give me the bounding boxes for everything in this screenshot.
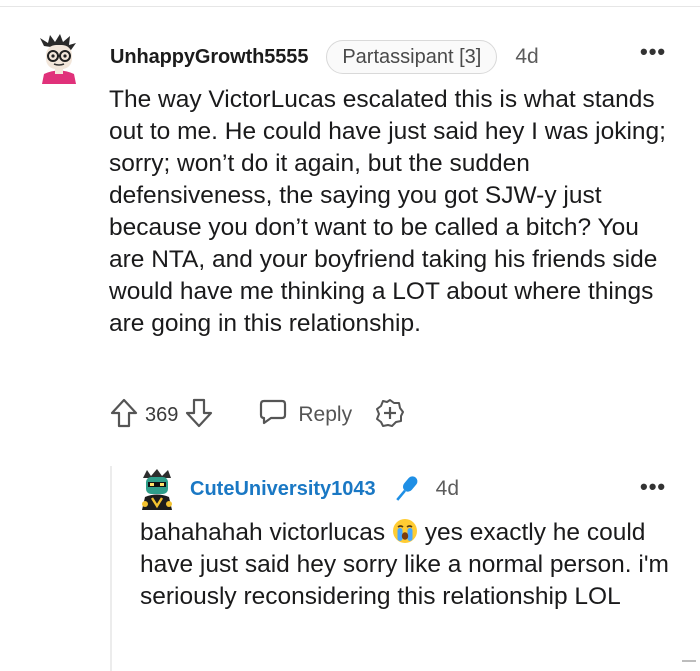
upvote-icon[interactable] bbox=[109, 397, 139, 434]
downvote-icon[interactable] bbox=[184, 397, 214, 434]
reply-timestamp: 4d bbox=[435, 477, 460, 500]
reply-text-start: bahahahah victorlucas bbox=[140, 519, 392, 546]
scroll-indicator bbox=[682, 660, 696, 662]
reply-username[interactable]: CuteUniversity1043 bbox=[190, 478, 376, 501]
comment-username[interactable]: UnhappyGrowth5555 bbox=[110, 46, 308, 69]
reply-avatar[interactable] bbox=[138, 468, 176, 510]
more-options-icon[interactable]: ••• bbox=[640, 41, 666, 63]
reply-icon bbox=[258, 398, 298, 432]
comment-thread: UnhappyGrowth5555 Partassipant [3] 4d ••… bbox=[0, 0, 700, 671]
reply-header: CuteUniversity1043 4d bbox=[190, 474, 459, 504]
award-button[interactable] bbox=[374, 397, 406, 434]
user-flair: Partassipant [3] bbox=[326, 40, 498, 74]
crying-face-emoji bbox=[392, 518, 418, 544]
vote-score: 369 bbox=[145, 403, 179, 426]
more-options-icon[interactable]: ••• bbox=[640, 476, 666, 498]
reply-label: Reply bbox=[298, 403, 353, 426]
reply-button[interactable]: Reply bbox=[258, 398, 352, 432]
user-avatar[interactable] bbox=[34, 32, 82, 84]
comment-actions: 369 Reply bbox=[109, 396, 406, 434]
comment-header: UnhappyGrowth5555 Partassipant [3] 4d bbox=[110, 40, 539, 74]
microphone-icon bbox=[390, 473, 422, 505]
comment-body: The way VictorLucas escalated this is wh… bbox=[109, 86, 666, 337]
comment-timestamp: 4d bbox=[515, 45, 539, 68]
thread-line[interactable] bbox=[110, 466, 112, 671]
vote-controls: 369 bbox=[109, 397, 214, 434]
reply-body: bahahahah victorlucas yes exactly he cou… bbox=[140, 517, 680, 613]
award-icon bbox=[374, 397, 406, 434]
